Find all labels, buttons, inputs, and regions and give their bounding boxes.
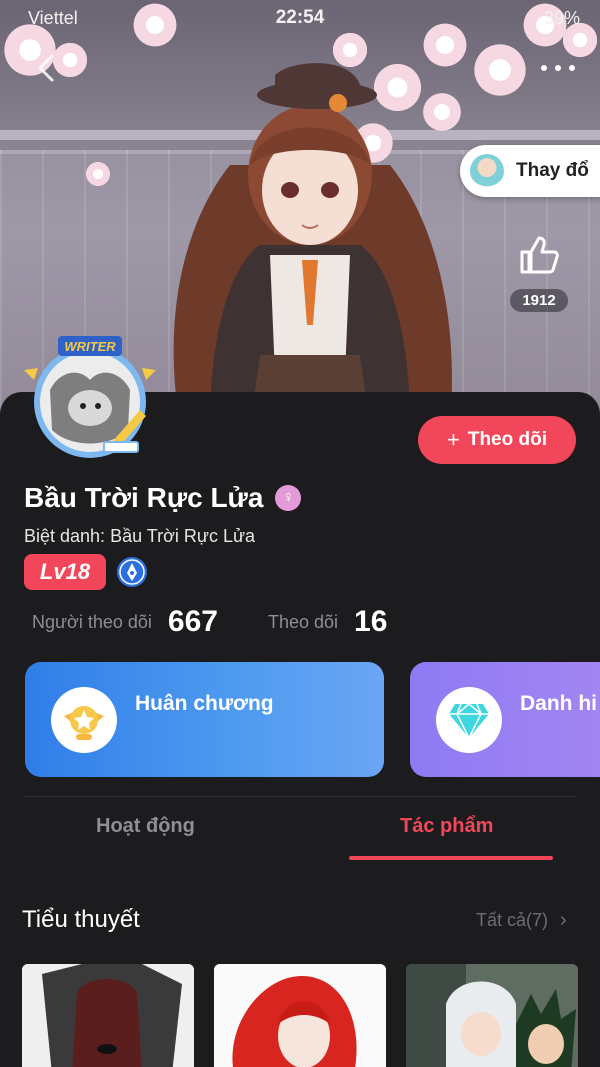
novel-cover[interactable]: [214, 964, 386, 1067]
like-button[interactable]: 1912: [504, 232, 574, 312]
novel-cover[interactable]: [22, 964, 194, 1067]
thumbs-up-icon: [520, 236, 559, 274]
divider: [24, 796, 576, 797]
blossom-decoration: [470, 40, 530, 100]
avatar-writer-label: WRITER: [64, 339, 116, 354]
clock: 22:54: [275, 7, 325, 28]
tab-activity[interactable]: Hoạt động: [96, 815, 195, 838]
see-all-link[interactable]: Tất cả(7): [476, 910, 548, 931]
writer-pen-icon[interactable]: [116, 556, 148, 588]
change-background-label: Thay đổ: [516, 160, 589, 181]
plus-icon: +: [446, 427, 460, 452]
blossom-decoration: [84, 160, 112, 188]
profile-name-row: Bầu Trời Rực Lửa ♀: [24, 482, 302, 514]
character-illustration: [173, 63, 452, 420]
novel-cover[interactable]: [406, 964, 578, 1067]
chevron-right-icon[interactable]: ›: [560, 909, 567, 932]
follow-stats: Người theo dõi 667 Theo dõi 16: [32, 600, 387, 644]
more-options-icon[interactable]: [538, 60, 578, 76]
profile-nickname: Biệt danh: Bầu Trời Rực Lửa: [24, 526, 256, 546]
following-label[interactable]: Theo dõi: [268, 612, 338, 633]
profile-name: Bầu Trời Rực Lửa: [24, 482, 264, 513]
tab-works[interactable]: Tác phẩm: [400, 815, 493, 838]
followers-count[interactable]: 667: [168, 605, 218, 639]
level-badge[interactable]: Lv18: [24, 554, 106, 590]
medals-card[interactable]: Huân chương: [25, 662, 384, 777]
section-title: Tiểu thuyết: [22, 906, 140, 933]
female-gender-icon: ♀: [275, 485, 302, 511]
following-count[interactable]: 16: [354, 605, 387, 639]
background-thumbnail: [470, 154, 504, 188]
avatar[interactable]: WRITER: [20, 330, 160, 470]
follow-button[interactable]: + Theo dõi: [418, 416, 576, 464]
status-bar: Viettel 22:54 39%: [0, 0, 600, 34]
back-arrow-icon[interactable]: [30, 50, 66, 86]
medal-icon: [51, 687, 117, 753]
followers-label[interactable]: Người theo dõi: [32, 612, 152, 633]
diamond-icon: [436, 687, 502, 753]
follow-button-label: Theo dõi: [467, 429, 547, 450]
battery-level: 39%: [543, 8, 580, 28]
titles-label: Danh hi: [520, 692, 597, 715]
medals-label: Huân chương: [135, 692, 274, 715]
active-tab-indicator: [349, 856, 553, 860]
change-background-button[interactable]: Thay đổ: [460, 145, 600, 197]
like-count: 1912: [510, 289, 568, 312]
titles-card[interactable]: Danh hi: [410, 662, 600, 777]
